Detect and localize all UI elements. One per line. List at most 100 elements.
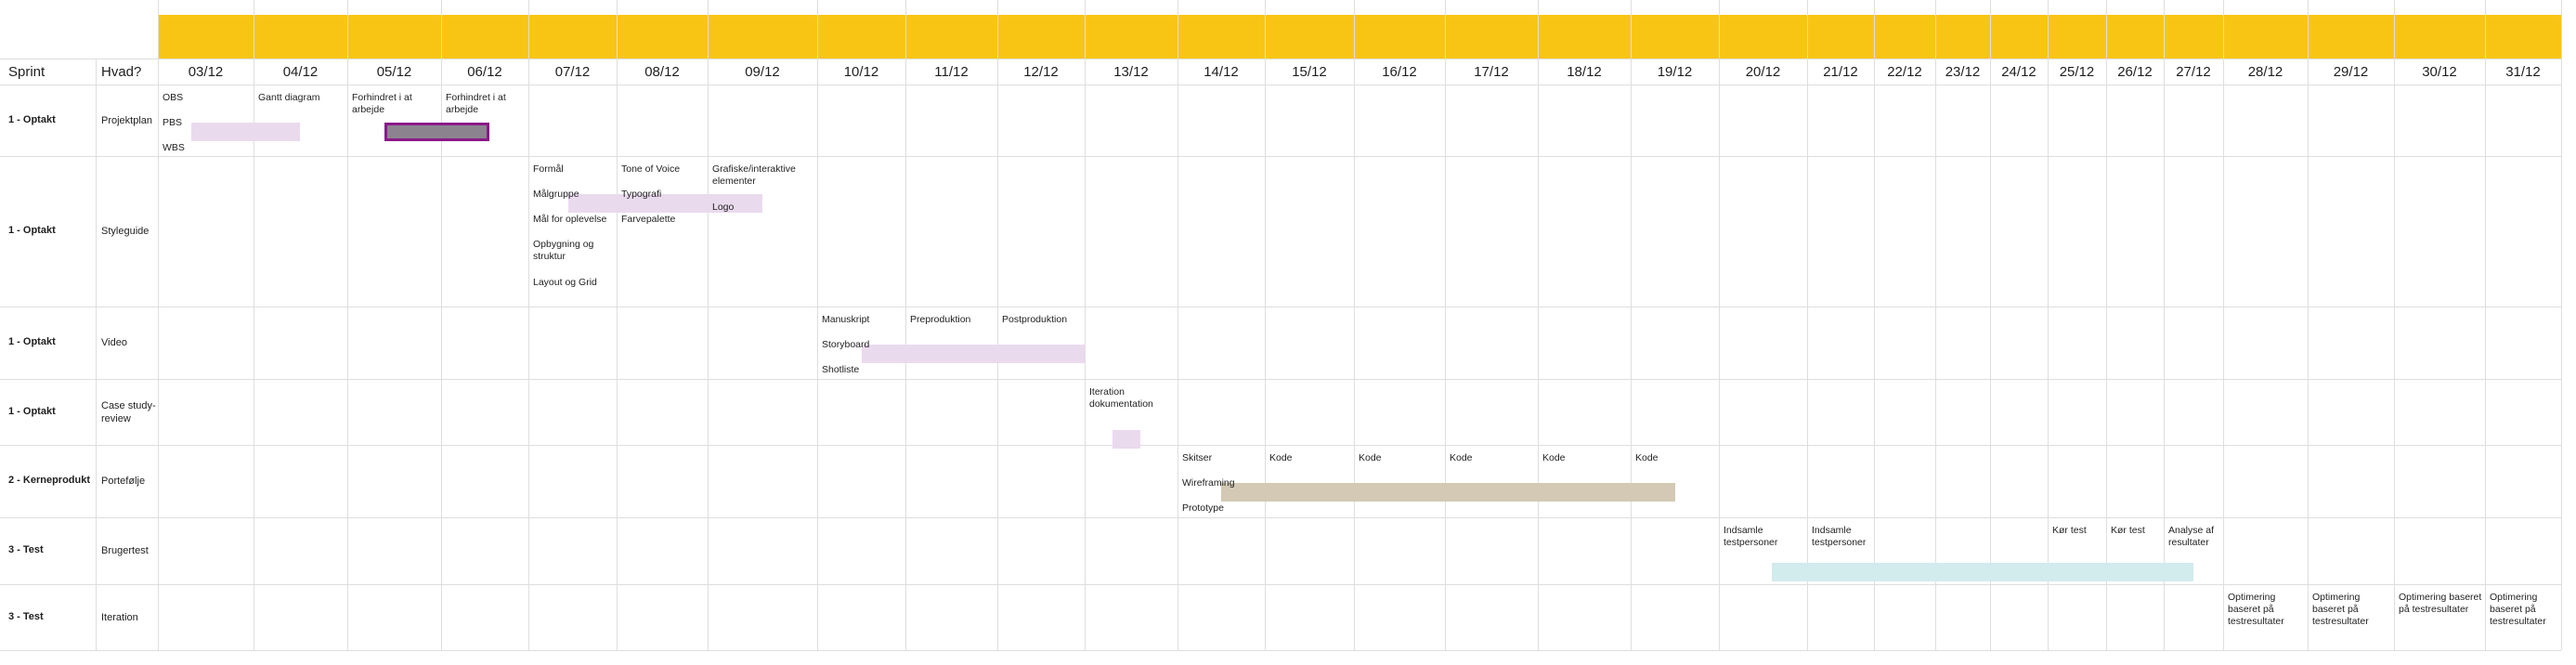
- date-column-header: 18/12: [1567, 64, 1602, 80]
- task-note: Kør test: [2052, 525, 2087, 536]
- date-column-header: 07/12: [554, 64, 591, 80]
- grid-line-vertical: [817, 0, 818, 650]
- sprint-label: 1 - Optakt: [8, 225, 56, 236]
- task-name: Projektplan: [101, 114, 153, 126]
- task-name: Brugertest: [101, 545, 149, 556]
- task-note: Formål: [533, 163, 564, 175]
- task-note: Analyse af resultater: [2168, 525, 2215, 548]
- grid-line-vertical: [1538, 0, 1539, 650]
- grid-line-vertical: [2561, 0, 2562, 650]
- sprint-label: 3 - Test: [8, 610, 44, 622]
- grid-line-vertical: [1265, 0, 1266, 650]
- grid-line-vertical: [347, 0, 348, 650]
- task-name: Case study-review: [101, 399, 156, 424]
- task-note: Kør test: [2111, 525, 2145, 536]
- gantt-bar[interactable]: [1221, 483, 1675, 502]
- sprint-label: 1 - Optakt: [8, 336, 56, 347]
- task-note: Logo: [712, 201, 735, 213]
- task-note: Målgruppe: [533, 189, 579, 200]
- grid-line-vertical: [441, 0, 442, 650]
- date-column-header: 31/12: [2505, 64, 2541, 80]
- grid-line-vertical: [96, 59, 97, 650]
- task-note: Shotliste: [822, 364, 860, 375]
- grid-line-vertical: [1177, 0, 1178, 650]
- task-note: Gantt diagram: [258, 92, 320, 103]
- task-name: Video: [101, 337, 127, 348]
- sprint-label: 2 - Kerneprodukt: [8, 475, 91, 486]
- grid-line-vertical: [2106, 0, 2107, 650]
- task-note: Storyboard: [822, 339, 870, 350]
- sprint-label: 1 - Optakt: [8, 405, 56, 417]
- task-name: Styleguide: [101, 226, 150, 237]
- date-column-header: 12/12: [1023, 64, 1059, 80]
- grid-line-vertical: [617, 0, 618, 650]
- task-note: Preproduktion: [910, 314, 971, 325]
- task-note: PBS: [163, 117, 183, 128]
- task-note: Optimering baseret på testresultater: [2228, 592, 2284, 627]
- date-column-header: 30/12: [2422, 64, 2457, 80]
- date-column-header: 27/12: [2176, 64, 2211, 80]
- task-note: OBS: [163, 92, 184, 103]
- hvad-column-header: Hvad?: [101, 64, 142, 80]
- task-note: Kode: [1450, 452, 1473, 463]
- task-note: Manuskript: [822, 314, 870, 325]
- grid-line-vertical: [997, 0, 998, 650]
- task-note: Wireframing: [1182, 477, 1235, 489]
- date-column-header: 29/12: [2333, 64, 2369, 80]
- task-note: Typografi: [621, 189, 662, 200]
- task-note: Layout og Grid: [533, 276, 597, 288]
- date-column-header: 21/12: [1823, 64, 1858, 80]
- date-column-header: 06/12: [467, 64, 502, 80]
- grid-line-vertical: [1874, 0, 1875, 650]
- date-column-header: 13/12: [1113, 64, 1149, 80]
- gantt-bar[interactable]: [384, 123, 489, 141]
- task-note: Kode: [1269, 452, 1293, 463]
- task-note: Postproduktion: [1002, 314, 1068, 325]
- grid-line-vertical: [1990, 0, 1991, 650]
- date-column-header: 14/12: [1203, 64, 1239, 80]
- sprint-label: 3 - Test: [8, 544, 44, 555]
- grid-line-vertical: [158, 0, 159, 650]
- date-column-header: 16/12: [1382, 64, 1417, 80]
- date-column-header: 20/12: [1745, 64, 1781, 80]
- task-note: Kode: [1635, 452, 1659, 463]
- grid-line-vertical: [1719, 0, 1720, 650]
- task-note: Opbygning og struktur: [533, 239, 594, 262]
- grid-line-horizontal: [0, 650, 2561, 651]
- task-note: Forhindret i at arbejde: [352, 92, 412, 115]
- date-column-header: 05/12: [376, 64, 412, 80]
- task-note: Optimering baseret på testresultater: [2312, 592, 2369, 627]
- date-column-header: 03/12: [188, 64, 224, 80]
- header-band: [158, 15, 2561, 59]
- grid-line-vertical: [1935, 0, 1936, 650]
- grid-line-vertical: [2308, 0, 2309, 650]
- task-note: Iteration dokumentation: [1089, 386, 1153, 410]
- date-column-header: 19/12: [1657, 64, 1693, 80]
- sprint-label: 1 - Optakt: [8, 113, 56, 125]
- grid-line-horizontal: [0, 379, 2561, 380]
- task-note: Skitser: [1182, 452, 1213, 463]
- task-name: Portefølje: [101, 476, 146, 487]
- gantt-bar[interactable]: [1112, 429, 1140, 449]
- grid-line-vertical: [2223, 0, 2224, 650]
- date-column-header: 23/12: [1945, 64, 1981, 80]
- grid-line-vertical: [2048, 0, 2049, 650]
- gantt-board: Sprint Hvad? 03/12 04/12 05/12 06/12 07/12 08/1…: [0, 0, 2576, 665]
- date-column-header: 09/12: [745, 64, 780, 80]
- task-note: Mål for oplevelse: [533, 214, 607, 225]
- task-note: Kode: [1359, 452, 1382, 463]
- grid-line-horizontal: [0, 156, 2561, 157]
- task-note: Forhindret i at arbejde: [446, 92, 506, 115]
- date-column-header: 04/12: [282, 64, 319, 80]
- task-note: WBS: [163, 142, 185, 153]
- task-note: Farvepalette: [621, 214, 676, 225]
- task-name: Iteration: [101, 611, 138, 623]
- grid-line-vertical: [2394, 0, 2395, 650]
- date-column-header: 08/12: [644, 64, 680, 80]
- grid-line-vertical: [2485, 0, 2486, 650]
- grid-line-vertical: [1354, 0, 1355, 650]
- task-note: Grafiske/interaktive elementer: [712, 163, 796, 187]
- grid-line-horizontal: [0, 306, 2561, 307]
- date-column-header: 24/12: [2001, 64, 2036, 80]
- gantt-bar[interactable]: [1772, 563, 2193, 582]
